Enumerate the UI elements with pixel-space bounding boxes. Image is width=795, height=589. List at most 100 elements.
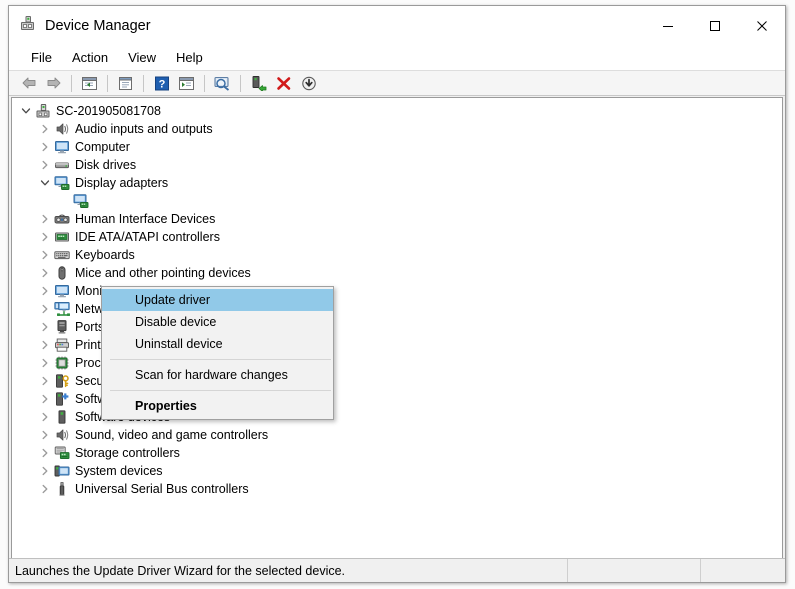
- properties-button[interactable]: [113, 72, 138, 94]
- status-panel-2: [567, 559, 700, 582]
- menu-file[interactable]: File: [21, 48, 62, 68]
- chevron-down-icon[interactable]: [37, 174, 53, 192]
- status-bar: Launches the Update Driver Wizard for th…: [9, 558, 785, 582]
- device-manager-window: Device Manager File Action View Help ? S…: [8, 5, 786, 583]
- context-disable-device[interactable]: Disable device: [102, 311, 333, 333]
- tree-item[interactable]: Sound, video and game controllers: [12, 426, 782, 444]
- tree-item[interactable]: Storage controllers: [12, 444, 782, 462]
- maximize-button[interactable]: [691, 6, 738, 46]
- chevron-right-icon[interactable]: [37, 138, 53, 156]
- chevron-right-icon[interactable]: [37, 210, 53, 228]
- disk-drive-icon: [53, 156, 71, 174]
- properties-icon: [119, 76, 132, 90]
- window-controls: [644, 6, 785, 46]
- chevron-right-icon[interactable]: [37, 426, 53, 444]
- chevron-right-icon[interactable]: [37, 408, 53, 426]
- keyboard-icon: [53, 246, 71, 264]
- context-uninstall-device[interactable]: Uninstall device: [102, 333, 333, 355]
- usb-icon: [53, 480, 71, 498]
- context-menu-separator: [110, 390, 331, 391]
- chevron-right-icon[interactable]: [37, 390, 53, 408]
- view-list-icon: [179, 76, 194, 90]
- context-menu-separator: [110, 359, 331, 360]
- tree-item-label: IDE ATA/ATAPI controllers: [75, 229, 220, 244]
- system-device-icon: [53, 462, 71, 480]
- tree-item[interactable]: System devices: [12, 462, 782, 480]
- menu-view[interactable]: View: [118, 48, 166, 68]
- computer-root-icon: [34, 102, 52, 120]
- device-tree[interactable]: SC-201905081708 Audio inputs and outputs C…: [11, 97, 783, 558]
- context-properties[interactable]: Properties: [102, 395, 333, 417]
- tree-item[interactable]: IDE ATA/ATAPI controllers: [12, 228, 782, 246]
- chevron-right-icon[interactable]: [37, 156, 53, 174]
- ide-controller-icon: [53, 228, 71, 246]
- back-arrow-icon: [22, 77, 35, 89]
- view-button[interactable]: [174, 72, 199, 94]
- minimize-button[interactable]: [644, 6, 691, 46]
- chevron-right-icon[interactable]: [56, 192, 72, 210]
- svg-text:?: ?: [158, 78, 165, 90]
- tree-item-label: Audio inputs and outputs: [75, 121, 213, 136]
- update-driver-button[interactable]: [246, 72, 271, 94]
- toolbar-separator: [204, 74, 205, 92]
- processor-icon: [53, 354, 71, 372]
- toolbar-separator: [107, 74, 108, 92]
- software-device-icon: [53, 408, 71, 426]
- tree-item[interactable]: Display adapters: [12, 174, 782, 192]
- storage-controller-icon: [53, 444, 71, 462]
- tree-item[interactable]: Universal Serial Bus controllers: [12, 480, 782, 498]
- title-bar-left: Device Manager: [9, 15, 151, 37]
- chevron-right-icon[interactable]: [37, 264, 53, 282]
- chevron-right-icon[interactable]: [37, 480, 53, 498]
- software-component-icon: [53, 390, 71, 408]
- tree-item[interactable]: Audio inputs and outputs: [12, 120, 782, 138]
- chevron-right-icon[interactable]: [37, 318, 53, 336]
- chevron-down-icon[interactable]: [18, 102, 34, 120]
- tree-item-label: Sound, video and game controllers: [75, 427, 269, 442]
- disable-device-icon: [301, 76, 316, 90]
- chevron-right-icon[interactable]: [37, 336, 53, 354]
- scan-hardware-button[interactable]: [210, 72, 235, 94]
- tree-root-node[interactable]: SC-201905081708: [12, 102, 782, 120]
- tree-item-label: Disk drives: [75, 157, 137, 172]
- tree-item-label: SC-201905081708: [56, 103, 161, 118]
- forward-button[interactable]: [41, 72, 66, 94]
- toolbar-separator: [240, 74, 241, 92]
- menu-help[interactable]: Help: [166, 48, 213, 68]
- chevron-right-icon[interactable]: [37, 300, 53, 318]
- tree-item[interactable]: Mice and other pointing devices: [12, 264, 782, 282]
- close-button[interactable]: [738, 6, 785, 46]
- chevron-right-icon[interactable]: [37, 354, 53, 372]
- tree-item[interactable]: Disk drives: [12, 156, 782, 174]
- speaker-icon: [53, 120, 71, 138]
- toolbar-separator: [71, 74, 72, 92]
- tree-item[interactable]: [12, 192, 782, 210]
- chevron-right-icon[interactable]: [37, 120, 53, 138]
- chevron-right-icon[interactable]: [37, 462, 53, 480]
- tree-item[interactable]: Keyboards: [12, 246, 782, 264]
- window-title: Device Manager: [45, 17, 151, 34]
- network-adapter-icon: [53, 300, 71, 318]
- port-icon: [53, 318, 71, 336]
- tree-item[interactable]: Human Interface Devices: [12, 210, 782, 228]
- speaker-icon: [53, 426, 71, 444]
- tree-item[interactable]: Computer: [12, 138, 782, 156]
- menu-action[interactable]: Action: [62, 48, 118, 68]
- chevron-right-icon[interactable]: [37, 228, 53, 246]
- help-button[interactable]: ?: [149, 72, 174, 94]
- toolbar-separator: [143, 74, 144, 92]
- update-driver-icon: [252, 76, 267, 91]
- chevron-right-icon[interactable]: [37, 444, 53, 462]
- menu-bar: File Action View Help: [9, 46, 785, 70]
- chevron-right-icon[interactable]: [37, 282, 53, 300]
- disable-device-button[interactable]: [296, 72, 321, 94]
- show-hide-console-tree-button[interactable]: [77, 72, 102, 94]
- context-update-driver[interactable]: Update driver: [102, 289, 333, 311]
- chevron-right-icon[interactable]: [37, 246, 53, 264]
- back-button[interactable]: [16, 72, 41, 94]
- uninstall-device-button[interactable]: [271, 72, 296, 94]
- context-menu: Update driver Disable device Uninstall dev…: [101, 286, 334, 420]
- monitor-icon: [53, 282, 71, 300]
- chevron-right-icon[interactable]: [37, 372, 53, 390]
- context-scan-hardware-changes[interactable]: Scan for hardware changes: [102, 364, 333, 386]
